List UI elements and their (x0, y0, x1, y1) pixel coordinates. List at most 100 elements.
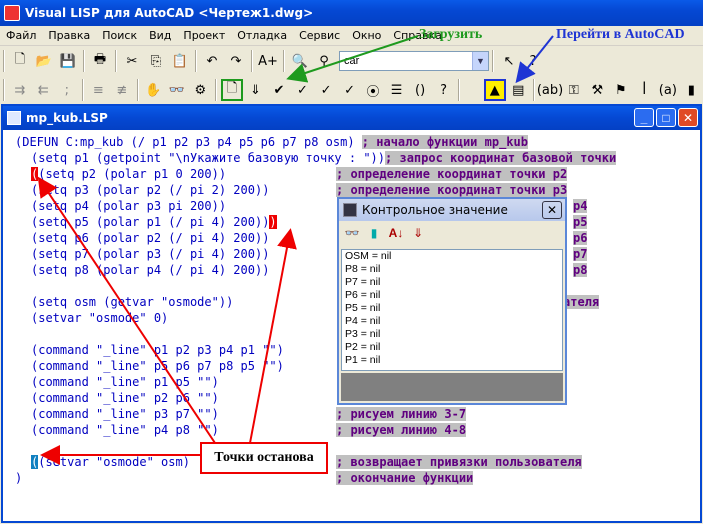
format-selection-icon[interactable]: ✓ (339, 79, 361, 101)
code-comment: ; рисуем линию 3-7 (336, 407, 467, 421)
load-selection-icon[interactable]: ⇓ (245, 79, 267, 101)
open-file-icon[interactable]: 📂 (33, 50, 55, 72)
close-icon[interactable]: ✕ (542, 201, 562, 219)
list-item[interactable]: P5 = nil (342, 302, 562, 315)
search-combo[interactable]: car ▼ (339, 51, 489, 71)
glasses-icon[interactable]: 👓 (342, 223, 362, 243)
breakpoint-marker[interactable]: ) (269, 215, 277, 229)
error-icon[interactable]: ꟾ (634, 79, 656, 101)
break-icon[interactable]: ▮ (681, 79, 703, 101)
outdent-icon[interactable]: ⇇ (33, 79, 55, 101)
code-comment: ; определение координат точки p3 (336, 183, 568, 197)
clear-comment-icon[interactable]: ≢ (111, 79, 133, 101)
list-item[interactable]: P8 = nil (342, 263, 562, 276)
list-item[interactable]: P7 = nil (342, 276, 562, 289)
save-icon[interactable]: 💾 (57, 50, 79, 72)
list-item[interactable]: P1 = nil (342, 354, 562, 367)
toolbar-grip (3, 79, 5, 101)
code-line: (command "_line" p1 p5 "") (31, 375, 219, 389)
code-comment: ателя (563, 295, 600, 309)
menu-search[interactable]: Поиск (96, 29, 143, 42)
watch-toolbar: 👓 ▮ A↓ ⇓ (339, 221, 565, 245)
copy-icon[interactable]: ⎘ (145, 50, 167, 72)
list-icon[interactable]: ☰ (386, 79, 408, 101)
code-comment: p6 (573, 231, 588, 245)
load-annotation: Загрузить (419, 27, 483, 42)
search-combo-value: car (344, 55, 360, 67)
check-icon[interactable]: ✔ (268, 79, 290, 101)
code-comment: ; определение координат точки p2 (336, 167, 568, 181)
close-icon[interactable]: ✕ (678, 108, 698, 127)
window-list-icon[interactable]: ▤ (508, 79, 530, 101)
menu-view[interactable]: Вид (143, 29, 177, 42)
toggle-breakpoint-icon[interactable]: ⦿ (362, 79, 384, 101)
block-icon[interactable]: ≡ (88, 79, 110, 101)
code-line-breakpoint: ((setvar "osmode" osm) (31, 455, 190, 469)
menu-file[interactable]: Файл (0, 29, 42, 42)
load-file-button[interactable]: 🗋 (221, 79, 243, 101)
indent-icon[interactable]: ⇉ (9, 79, 31, 101)
goto-autocad-annotation: Перейти в AutoCAD (556, 27, 685, 42)
code-line-breakpoint: ((setq p2 (polar p1 0 200)) (31, 167, 227, 181)
chevron-down-icon[interactable]: ▼ (472, 52, 488, 70)
new-file-icon[interactable]: 🗋 (9, 50, 31, 72)
menu-window[interactable]: Окно (346, 29, 387, 42)
code-line: (setq p3 (polar p2 (/ pi 2) 200)) (31, 183, 270, 197)
hand-icon[interactable]: ✋ (143, 79, 165, 101)
code-line: (setq p6 (polar p2 (/ pi 4) 200)) (31, 231, 270, 245)
menu-debug[interactable]: Отладка (231, 29, 293, 42)
help-pointer-icon[interactable]: ↖ (498, 50, 520, 72)
list-item[interactable]: P4 = nil (342, 315, 562, 328)
maximize-icon[interactable]: □ (656, 108, 676, 127)
list-item[interactable]: P6 = nil (342, 289, 562, 302)
help-icon[interactable]: ? (522, 50, 544, 72)
apropos-icon[interactable]: ⚲ (313, 50, 335, 72)
comment-icon[interactable]: ; (56, 79, 78, 101)
editor-title: mp_kub.LSP (26, 111, 108, 125)
menu-tools[interactable]: Сервис (293, 29, 346, 42)
inspect-object-icon[interactable]: ⚿ (563, 79, 585, 101)
symbol-icon[interactable]: (ab) (537, 79, 563, 101)
code-line: (setvar "osmode" 0) (31, 311, 169, 325)
code-comment: ; окончание функции (336, 471, 474, 485)
format-icon[interactable]: ✓ (315, 79, 337, 101)
clear-icon[interactable]: ⇓ (408, 223, 428, 243)
cut-icon[interactable]: ✂ (121, 50, 143, 72)
list-item[interactable]: P3 = nil (342, 328, 562, 341)
code-line: ) (15, 471, 23, 485)
redo-icon[interactable]: ↷ (225, 50, 247, 72)
code-line: (setq p7 (polar p3 (/ pi 4) 200)) (31, 247, 270, 261)
trace-icon[interactable]: ⚙ (190, 79, 212, 101)
code-line: (setq p8 (polar p4 (/ pi 4) 200)) (31, 263, 270, 277)
code-comment: p8 (573, 263, 588, 277)
print-icon[interactable]: 🖶 (89, 50, 111, 72)
last-value-icon[interactable]: (a) (657, 79, 679, 101)
help-box-icon[interactable]: ? (433, 79, 455, 101)
complete-word-icon[interactable]: A+ (257, 50, 279, 72)
code-line: (command "_line" p5 p6 p7 p8 p5 "") (31, 359, 284, 373)
code-comment: ; возвращает привязки пользователя (336, 455, 582, 469)
parenthesis-icon[interactable]: () (409, 79, 431, 101)
inspect-icon[interactable]: 👓 (166, 79, 188, 101)
minimize-icon[interactable]: _ (634, 108, 654, 127)
code-line: (setq p4 (polar p3 pi 200)) (31, 199, 227, 213)
standard-toolbar: 🗋 📂 💾 🖶 ✂ ⎘ 📋 ↶ ↷ A+ 🔍 ⚲ car ▼ ↖ ? (0, 47, 703, 75)
menu-project[interactable]: Проект (177, 29, 231, 42)
editor-title-bar: mp_kub.LSP _ □ ✕ (3, 106, 700, 130)
activate-autocad-button[interactable]: ▲ (483, 79, 506, 101)
sort-icon[interactable]: A↓ (386, 223, 406, 243)
copy-icon[interactable]: ▮ (364, 223, 384, 243)
check-selection-icon[interactable]: ✓ (292, 79, 314, 101)
undo-icon[interactable]: ↶ (201, 50, 223, 72)
paste-icon[interactable]: 📋 (169, 50, 191, 72)
trace-stack-icon[interactable]: ⚒ (587, 79, 609, 101)
watch-icon[interactable]: ⚑ (610, 79, 632, 101)
menu-edit[interactable]: Правка (42, 29, 96, 42)
document-icon (7, 111, 21, 125)
list-item[interactable]: OSM = nil (342, 250, 562, 263)
find-icon[interactable]: 🔍 (289, 50, 311, 72)
list-item[interactable]: P2 = nil (342, 341, 562, 354)
watch-list[interactable]: OSM = nil P8 = nil P7 = nil P6 = nil P5 … (341, 249, 563, 371)
code-line: (command "_line" p2 p6 "") (31, 391, 219, 405)
code-line: (setq osm (getvar "osmode")) (31, 295, 234, 309)
